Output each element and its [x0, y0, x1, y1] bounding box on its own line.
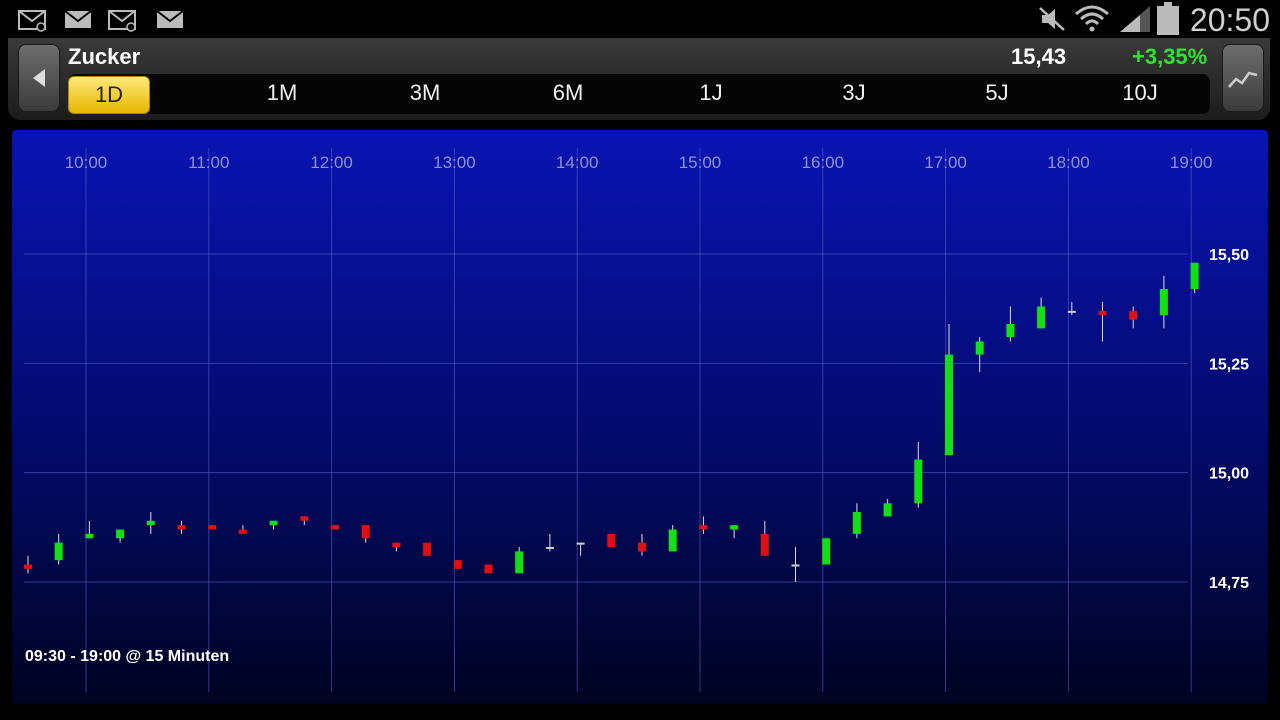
instrument-title: Zucker [68, 44, 141, 69]
candle-body [24, 564, 32, 569]
x-tick-label: 17:00 [924, 153, 967, 172]
x-tick-label: 12:00 [310, 153, 353, 172]
candle-body [576, 542, 585, 545]
mail-at-icon [108, 10, 136, 32]
period-selector: 1D 1M 3M 6M 1J 3J 5J 10J [68, 74, 1210, 114]
price-change: +3,35% [1132, 44, 1208, 69]
candle-body [1067, 310, 1076, 313]
candle-body [331, 525, 339, 530]
instrument-header: Zucker 15,43 +3,35% 1D 1M 3M 6M 1J 3J 5J… [8, 38, 1270, 120]
candle-body [269, 520, 278, 526]
candle-body [238, 529, 247, 534]
period-tab-3m[interactable]: 3M [385, 80, 465, 106]
candle-body [1098, 310, 1107, 316]
x-tick-label: 19:00 [1170, 153, 1213, 172]
candle-body [361, 525, 370, 539]
candle-body [392, 542, 401, 548]
candle-body [914, 459, 923, 504]
candle-body [146, 520, 155, 526]
candle-body [638, 542, 646, 552]
candle-body [545, 547, 554, 550]
x-tick-label: 14:00 [556, 153, 599, 172]
y-tick-label: 15,25 [1209, 356, 1249, 373]
chart-type-button[interactable] [1222, 44, 1264, 112]
candle-body [300, 516, 309, 521]
x-tick-label: 10:00 [65, 153, 108, 172]
candle-body [822, 538, 831, 565]
x-tick-label: 18:00 [1047, 153, 1090, 172]
candle-body [852, 512, 861, 534]
line-chart-icon [1228, 71, 1258, 88]
chart-interval-note: 09:30 - 19:00 @ 15 Minuten [25, 648, 230, 665]
candle-body [208, 525, 217, 530]
mail-icon [156, 10, 184, 28]
status-bar: 20:50 [0, 0, 1280, 38]
period-tab-1j[interactable]: 1J [671, 80, 751, 106]
candle-body [730, 525, 739, 530]
period-tab-10j[interactable]: 10J [1100, 80, 1180, 106]
mail-icon [64, 10, 92, 28]
candle-body [945, 354, 953, 456]
mail-at-icon [18, 10, 46, 32]
last-price: 15,43 [1011, 44, 1067, 69]
clock: 20:50 [1189, 2, 1270, 38]
candle-body [699, 525, 708, 530]
candle-body [85, 533, 94, 539]
candle-body [177, 525, 186, 530]
candle-body [1190, 262, 1199, 289]
candle-body [515, 551, 524, 574]
candle-body [1006, 323, 1015, 338]
back-button[interactable] [18, 44, 60, 112]
candle-body [607, 533, 616, 548]
wifi-icon [1075, 5, 1109, 32]
arrow-left-icon [33, 69, 45, 87]
candle-body [116, 529, 125, 539]
price-chart[interactable]: 15,50 15,25 15,00 14,75 10:00 11:00 12:00 13:00… [12, 130, 1268, 704]
candle-body [453, 560, 462, 569]
signal-icon [1120, 6, 1150, 32]
x-tick-label: 13:00 [433, 153, 476, 172]
candle-body [1159, 288, 1168, 316]
y-tick-label: 15,50 [1209, 247, 1249, 264]
x-tick-label: 16:00 [802, 153, 845, 172]
y-tick-label: 14,75 [1209, 575, 1249, 592]
candle-body [668, 529, 677, 552]
candle-body [760, 533, 769, 556]
period-tab-1m[interactable]: 1M [242, 80, 322, 106]
candle-body [484, 564, 493, 574]
candle-body [423, 542, 432, 556]
period-tab-6m[interactable]: 6M [528, 80, 608, 106]
period-tab-3j[interactable]: 3J [814, 80, 894, 106]
candle-body [791, 564, 800, 567]
candle-body [1037, 306, 1046, 329]
candle-body [54, 542, 63, 561]
mute-icon [1039, 7, 1065, 31]
battery-icon [1157, 2, 1179, 35]
candlestick-chart: 15,50 15,25 15,00 14,75 10:00 11:00 12:00 13:00… [24, 148, 1249, 692]
candle-body [1129, 310, 1138, 320]
y-tick-label: 15,00 [1209, 466, 1249, 483]
candle-body [975, 341, 984, 355]
candle-body [883, 503, 892, 517]
period-tab-1d[interactable]: 1D [68, 76, 150, 114]
x-tick-label: 11:00 [188, 153, 229, 172]
x-tick-label: 15:00 [679, 153, 722, 172]
period-tab-5j[interactable]: 5J [957, 80, 1037, 106]
